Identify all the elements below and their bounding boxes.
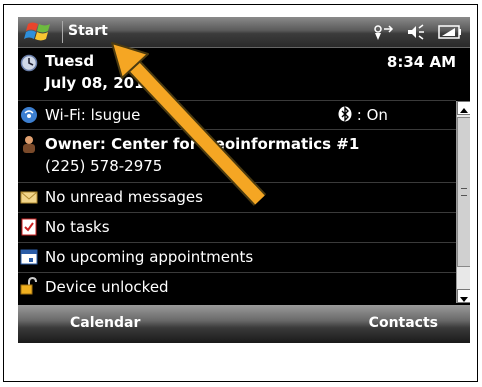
bluetooth-status-label: : On (356, 106, 388, 124)
bluetooth-icon (338, 106, 352, 122)
bluetooth-status[interactable]: : On (338, 106, 388, 124)
time-label: 8:34 AM (386, 53, 456, 71)
windows-start-icon[interactable] (22, 20, 60, 44)
wifi-icon (21, 107, 37, 123)
wifi-row[interactable]: Wi-Fi: lsugue : On (18, 101, 456, 130)
device-lock-label: Device unlocked (45, 278, 169, 296)
battery-icon[interactable] (438, 24, 462, 40)
scrollbar-thumb[interactable] (457, 117, 470, 267)
chevron-up-icon (460, 108, 468, 113)
owner-name: Owner: Center for Geoinformatics #1 (45, 135, 360, 153)
speaker-icon[interactable] (406, 23, 426, 41)
calendar-softkey[interactable]: Calendar (70, 315, 140, 331)
envelope-icon (20, 191, 38, 204)
device-screen: Start Tuesd July 08, 2014 8:34 AM Wi-Fi:… (18, 17, 470, 343)
tasks-icon (21, 218, 37, 236)
contacts-softkey[interactable]: Contacts (369, 315, 438, 331)
unlock-icon (20, 277, 37, 295)
appointments-row[interactable]: No upcoming appointments (18, 243, 456, 273)
tasks-row[interactable]: No tasks (18, 213, 456, 243)
owner-icon (23, 136, 35, 153)
messages-row[interactable]: No unread messages (18, 183, 456, 213)
device-lock-row[interactable]: Device unlocked (18, 273, 456, 302)
owner-phone: (225) 578-2975 (45, 157, 163, 175)
date-time-row[interactable]: Tuesd July 08, 2014 8:34 AM (18, 48, 456, 101)
scrollbar-grip (461, 188, 467, 196)
scrollbar[interactable] (456, 101, 470, 303)
tasks-label: No tasks (45, 218, 110, 236)
scroll-down-button[interactable] (457, 289, 470, 303)
connectivity-icon[interactable] (372, 23, 394, 41)
messages-label: No unread messages (45, 188, 203, 206)
status-icons (372, 22, 462, 42)
appointments-label: No upcoming appointments (45, 248, 254, 266)
scroll-up-button[interactable] (457, 101, 470, 115)
wifi-label: Wi-Fi: lsugue (45, 106, 141, 124)
chevron-down-icon (460, 297, 468, 302)
title-bar: Start (18, 17, 470, 48)
owner-row[interactable]: Owner: Center for Geoinformatics #1 (225… (18, 130, 456, 183)
day-label: Tuesd (45, 52, 95, 70)
clock-icon (20, 54, 38, 72)
date-label: July 08, 2014 (45, 74, 155, 92)
soft-key-bar: Calendar Contacts (18, 305, 470, 343)
title-separator (62, 21, 63, 43)
calendar-icon (20, 249, 38, 265)
start-menu-button[interactable]: Start (68, 23, 108, 39)
